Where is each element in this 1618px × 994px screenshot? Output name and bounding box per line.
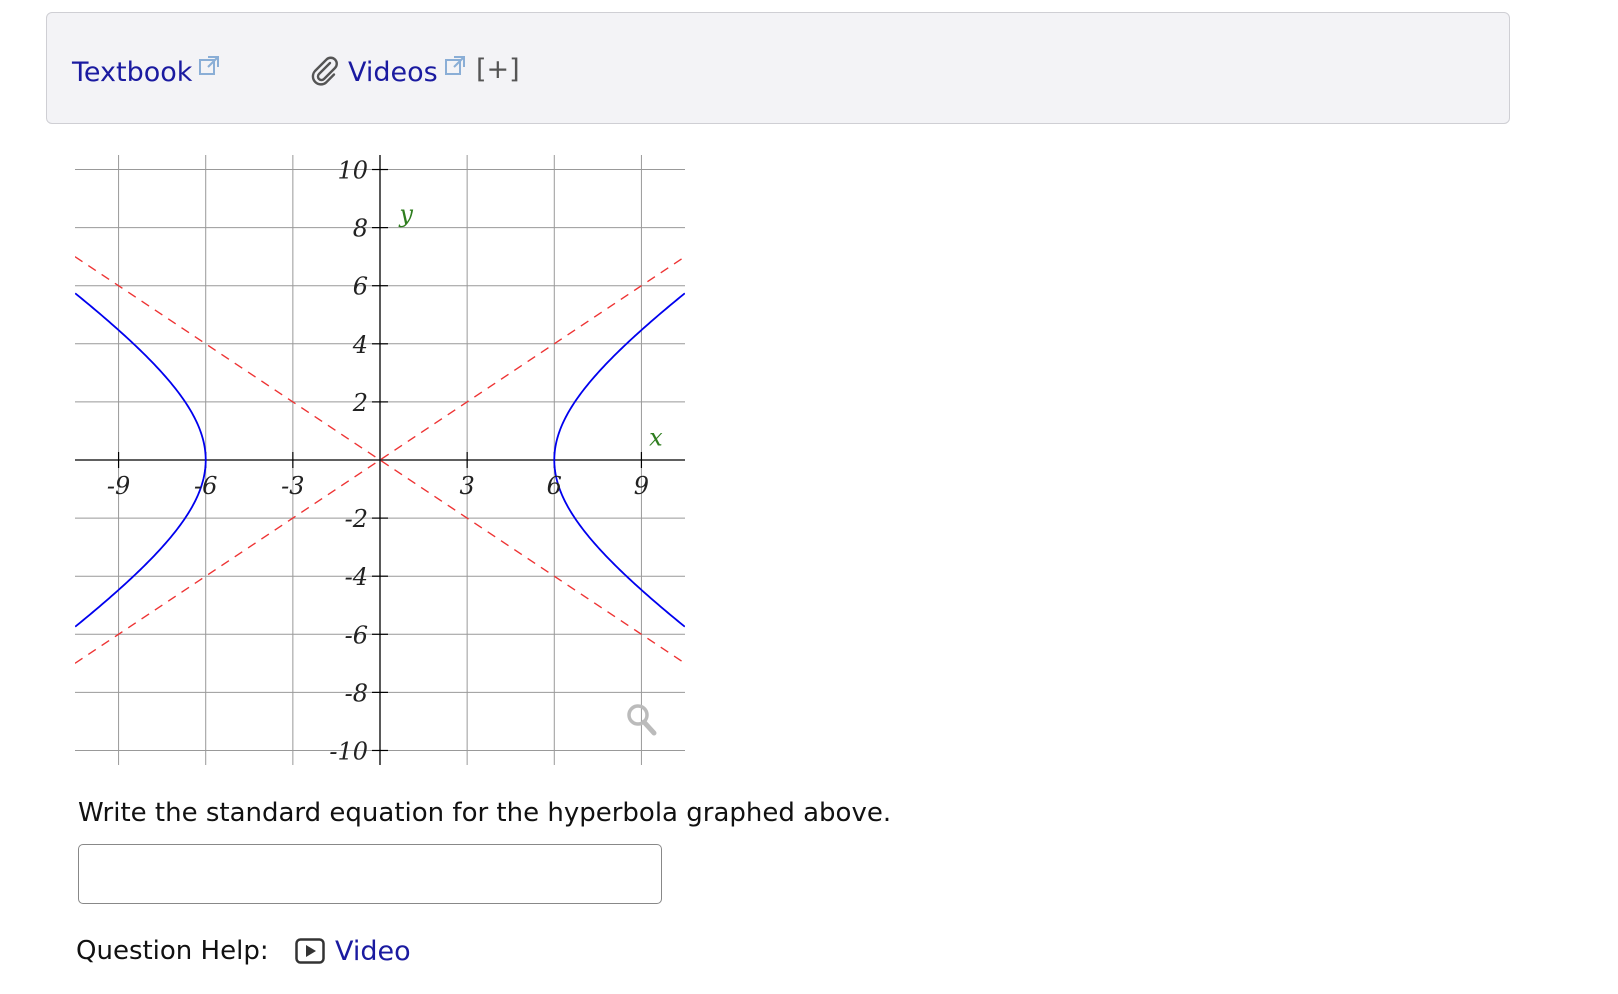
y-tick-label: 2 bbox=[352, 389, 368, 417]
play-video-icon[interactable] bbox=[295, 938, 325, 964]
question-help-label: Question Help: bbox=[76, 936, 269, 966]
y-tick-label: -8 bbox=[345, 679, 368, 707]
y-tick-label: -2 bbox=[345, 505, 368, 533]
y-tick-label: 4 bbox=[352, 331, 368, 359]
y-tick-label: 6 bbox=[353, 273, 368, 301]
external-link-icon bbox=[444, 56, 465, 75]
x-tick-label: -9 bbox=[107, 472, 130, 500]
x-tick-label: -3 bbox=[281, 472, 304, 500]
y-tick-label: 8 bbox=[353, 215, 368, 243]
x-tick-label: -6 bbox=[194, 472, 217, 500]
y-tick-label: -6 bbox=[345, 621, 368, 649]
question-prompt: Write the standard equation for the hype… bbox=[78, 798, 892, 828]
paperclip-icon bbox=[311, 56, 338, 86]
videos-link[interactable]: Videos bbox=[348, 55, 466, 88]
textbook-link[interactable]: Textbook bbox=[72, 55, 220, 88]
videos-label: Videos bbox=[348, 57, 438, 88]
x-tick-label: 6 bbox=[547, 472, 562, 500]
textbook-label: Textbook bbox=[72, 57, 193, 88]
y-tick-label: -10 bbox=[329, 737, 368, 765]
hyperbola-graph: -9 -6 -3 3 6 9 10 8 6 4 2 -2 -4 -6 -8 -10 x y bbox=[75, 155, 685, 765]
x-tick-label: 3 bbox=[460, 472, 475, 500]
y-axis-label: y bbox=[398, 200, 413, 228]
x-axis-label: x bbox=[649, 423, 663, 451]
y-tick-label: 10 bbox=[337, 157, 368, 185]
external-link-icon bbox=[199, 56, 220, 75]
y-tick-label: -4 bbox=[345, 563, 368, 591]
video-help-link[interactable]: Video bbox=[335, 936, 411, 967]
answer-input[interactable] bbox=[78, 844, 662, 904]
expand-toggle[interactable]: [+] bbox=[476, 55, 520, 85]
resources-bar bbox=[46, 12, 1510, 124]
x-tick-label: 9 bbox=[634, 472, 649, 500]
